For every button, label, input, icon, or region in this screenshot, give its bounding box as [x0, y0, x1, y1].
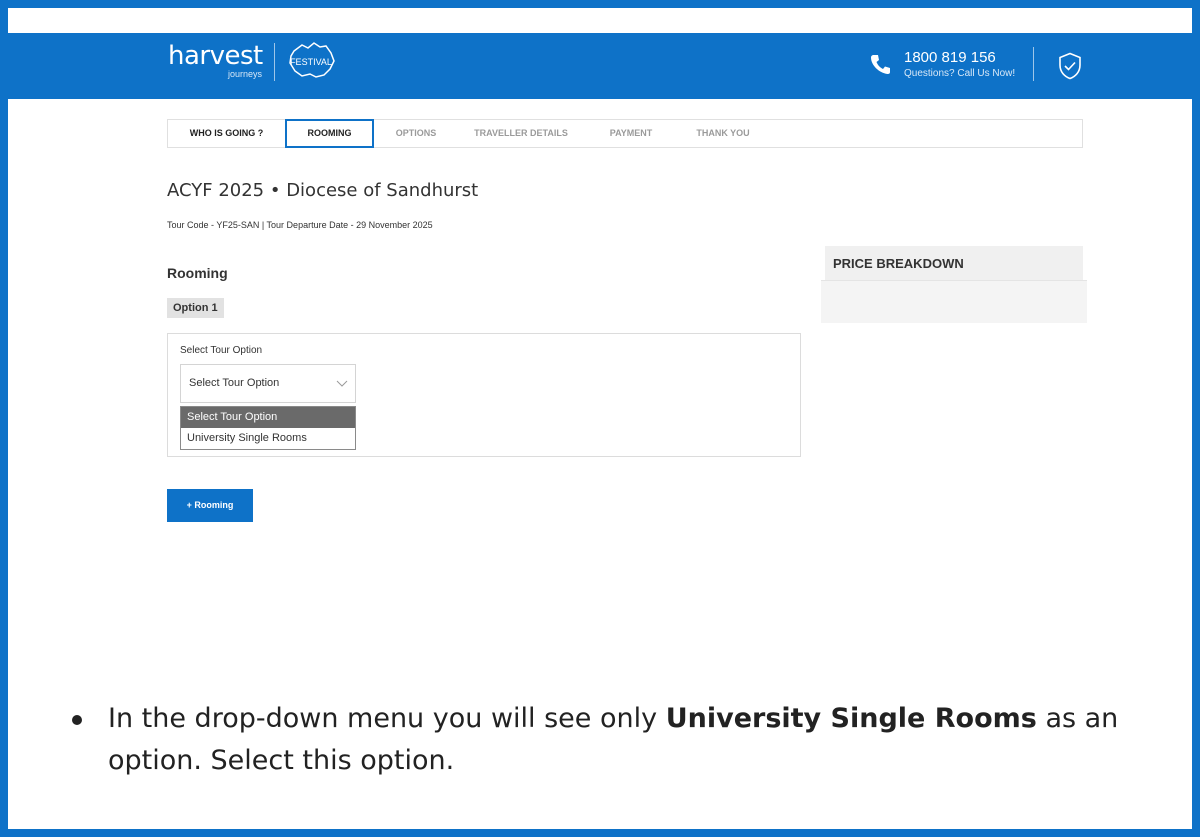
- instruction-text: In the drop-down menu you will see only …: [108, 698, 1188, 782]
- site-header: harvest journeys FESTIVAL 1800 819 156 Q…: [8, 33, 1192, 99]
- festival-badge-icon: FESTIVAL: [289, 42, 335, 78]
- dropdown-option-university-single-rooms[interactable]: University Single Rooms: [181, 428, 355, 449]
- price-breakdown-title: PRICE BREAKDOWN: [825, 246, 1083, 281]
- harvest-logo[interactable]: harvest journeys: [168, 41, 263, 79]
- phone-number[interactable]: 1800 819 156: [904, 49, 996, 67]
- tour-option-label: Select Tour Option: [180, 345, 263, 356]
- top-blank-strip: [8, 8, 1192, 33]
- phone-icon[interactable]: [870, 53, 890, 75]
- step-options: OPTIONS: [395, 128, 437, 138]
- instruction-before: In the drop-down menu you will see only: [108, 703, 666, 734]
- bullet-dot: [72, 715, 82, 725]
- chevron-down-icon: [336, 380, 348, 387]
- step-payment: PAYMENT: [609, 128, 653, 138]
- option-tag: Option 1: [167, 298, 224, 318]
- page-title: ACYF 2025 • Diocese of Sandhurst: [167, 180, 479, 201]
- price-breakdown-panel: PRICE BREAKDOWN: [821, 246, 1087, 323]
- add-rooming-button[interactable]: + Rooming: [167, 489, 253, 522]
- step-thank-you: THANK YOU: [696, 128, 750, 138]
- select-value: Select Tour Option: [189, 377, 280, 389]
- step-traveller-details: TRAVELLER DETAILS: [474, 128, 568, 138]
- phone-caption: Questions? Call Us Now!: [904, 68, 1016, 79]
- step-rooming[interactable]: ROOMING: [285, 119, 374, 148]
- logo-divider: [274, 43, 275, 81]
- rooming-heading: Rooming: [167, 265, 228, 281]
- logo-wordmark: harvest: [168, 41, 263, 71]
- shield-check-icon: [1059, 52, 1081, 80]
- header-divider: [1033, 47, 1034, 81]
- booking-steps: WHO IS GOING ? ROOMING OPTIONS TRAVELLER…: [167, 119, 1083, 148]
- top-border: [0, 0, 1200, 8]
- price-breakdown-body: [821, 280, 1087, 323]
- tour-code-line: Tour Code - YF25-SAN | Tour Departure Da…: [167, 220, 433, 230]
- option-panel: Select Tour Option Select Tour Option Se…: [167, 333, 801, 457]
- dropdown-option-select-tour-option[interactable]: Select Tour Option: [181, 407, 355, 428]
- logo-subtitle: journeys: [228, 69, 263, 79]
- festival-badge-label: FESTIVAL: [290, 57, 332, 67]
- instruction-bold: University Single Rooms: [665, 703, 1037, 734]
- tour-option-select[interactable]: Select Tour Option: [180, 364, 356, 403]
- tour-option-dropdown: Select Tour Option University Single Roo…: [180, 406, 356, 450]
- step-who-is-going[interactable]: WHO IS GOING ?: [170, 120, 283, 147]
